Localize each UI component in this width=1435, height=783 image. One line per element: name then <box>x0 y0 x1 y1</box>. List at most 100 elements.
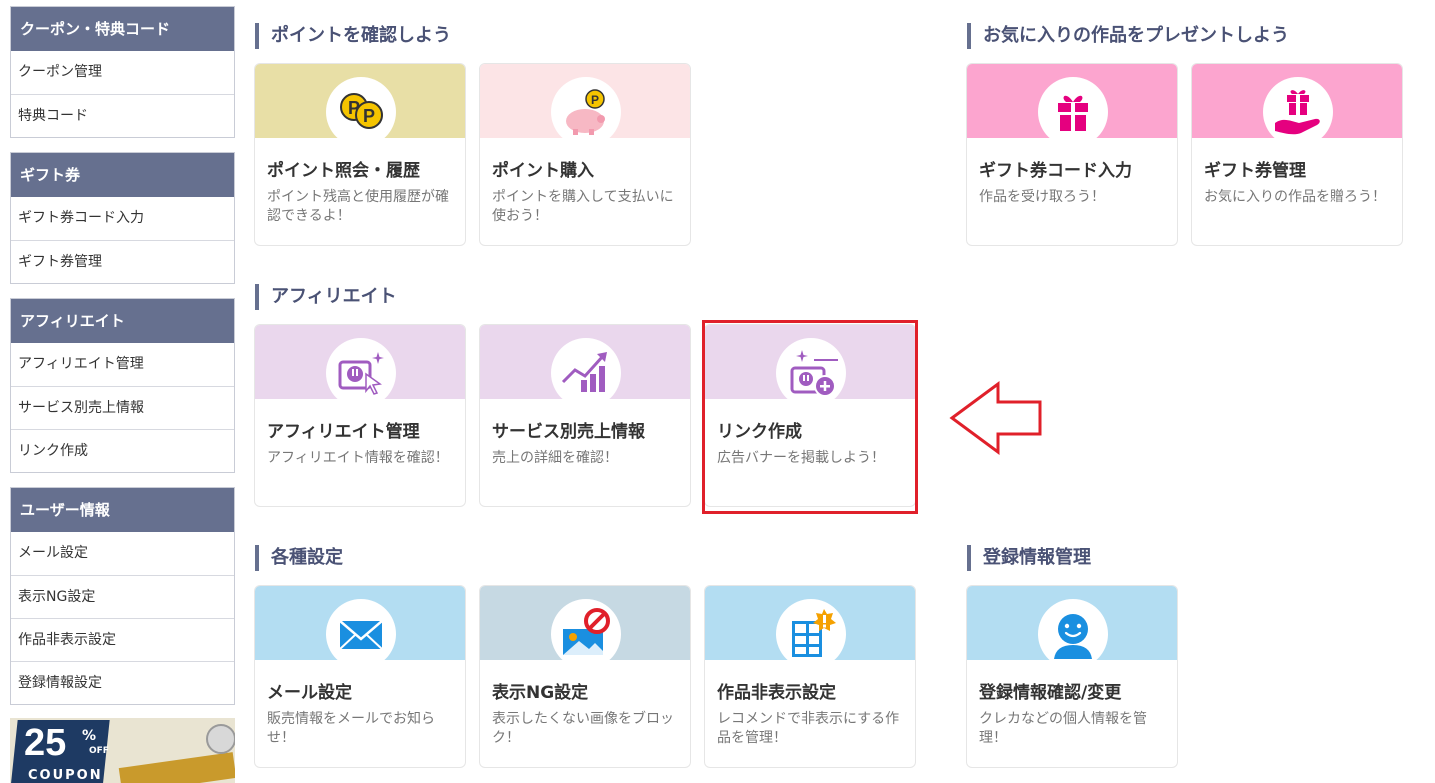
card-title: ポイント照会・履歴 <box>267 161 420 181</box>
card-description: 広告バナーを掲載しよう！ <box>717 450 885 466</box>
icon-circle <box>326 338 396 408</box>
card-description: 表示したくない画像をブロック！ <box>492 711 674 746</box>
card-banner <box>480 325 690 408</box>
piggy-bank-icon: P <box>566 89 605 135</box>
sidebar-item-hide-works[interactable]: 作品非表示設定 <box>11 618 234 661</box>
card-banner <box>480 586 690 669</box>
card-title: 作品非表示設定 <box>717 683 836 703</box>
card-description: 販売情報をメールでお知らせ！ <box>267 711 435 746</box>
coupon-percent: 25 <box>24 722 67 764</box>
banner-character-image <box>206 724 235 754</box>
card-description: レコメンドで非表示にする作品を管理！ <box>717 711 900 746</box>
icon-circle <box>1038 77 1108 147</box>
card-title: メール設定 <box>267 683 352 703</box>
sidebar-item-gift-code[interactable]: ギフト券コード入力 <box>11 197 234 240</box>
sidebar-item-bonus-code[interactable]: 特典コード <box>11 94 234 137</box>
affiliate-cursor-icon <box>338 352 384 395</box>
svg-text:P: P <box>363 106 375 126</box>
coupon-banner[interactable]: 25 % OFF COUPON <box>10 718 235 783</box>
card-ng-settings[interactable]: 表示NG設定 表示したくない画像をブロック！ <box>479 585 691 768</box>
sidebar-header-affiliate: アフィリエイト <box>11 299 234 343</box>
card-point-history[interactable]: P P ポイント照会・履歴 ポイント残高と使用履歴が確認できるよ！ <box>254 63 466 246</box>
card-banner <box>255 586 465 669</box>
section-title-settings: 各種設定 <box>255 545 343 571</box>
sidebar-item-registration[interactable]: 登録情報設定 <box>11 661 234 704</box>
card-banner <box>1192 64 1402 147</box>
card-title: ギフト券コード入力 <box>979 161 1132 181</box>
sidebar-item-sales-info[interactable]: サービス別売上情報 <box>11 386 234 429</box>
icon-circle <box>1263 77 1333 147</box>
icon-circle <box>551 599 621 669</box>
card-description: お気に入りの作品を贈ろう！ <box>1204 189 1386 205</box>
card-description: 作品を受け取ろう！ <box>979 189 1105 205</box>
card-title: アフィリエイト管理 <box>267 422 420 442</box>
sidebar: クーポン・特典コード クーポン管理 特典コード ギフト券 ギフト券コード入力 ギ… <box>10 6 235 719</box>
hide-works-icon <box>792 609 836 657</box>
card-title: ポイント購入 <box>492 161 594 181</box>
card-registration[interactable]: 登録情報確認/変更 クレカなどの個人情報を管理！ <box>966 585 1178 768</box>
card-gift-code[interactable]: ギフト券コード入力 作品を受け取ろう！ <box>966 63 1178 246</box>
sidebar-header-gift: ギフト券 <box>11 153 234 197</box>
sales-chart-icon <box>561 352 607 392</box>
card-mail-settings[interactable]: メール設定 販売情報をメールでお知らせ！ <box>254 585 466 768</box>
card-title: リンク作成 <box>717 422 802 442</box>
sidebar-item-ng[interactable]: 表示NG設定 <box>11 575 234 618</box>
card-banner: P <box>480 64 690 147</box>
sidebar-item-affiliate-manage[interactable]: アフィリエイト管理 <box>11 343 234 386</box>
section-title-points: ポイントを確認しよう <box>255 23 451 49</box>
card-banner: P P <box>255 64 465 147</box>
section-title-account: 登録情報管理 <box>967 545 1091 571</box>
user-icon <box>1054 614 1092 659</box>
icon-circle <box>1038 599 1108 669</box>
sidebar-item-gift-manage[interactable]: ギフト券管理 <box>11 240 234 283</box>
sidebar-header-user: ユーザー情報 <box>11 488 234 532</box>
gift-hand-icon <box>1275 90 1320 135</box>
icon-circle <box>776 338 846 408</box>
coupon-label: COUPON <box>28 768 103 783</box>
card-point-purchase[interactable]: P ポイント購入 ポイントを購入して支払いに使おう！ <box>479 63 691 246</box>
card-title: ギフト券管理 <box>1204 161 1306 181</box>
card-banner <box>967 586 1177 669</box>
gift-icon <box>1058 95 1088 131</box>
card-link-create[interactable]: リンク作成 広告バナーを掲載しよう！ <box>704 324 916 507</box>
card-sales-info[interactable]: サービス別売上情報 売上の詳細を確認！ <box>479 324 691 507</box>
banner-blocks-image <box>118 752 235 783</box>
sidebar-header-coupon: クーポン・特典コード <box>11 7 234 51</box>
card-description: アフィリエイト情報を確認！ <box>267 450 449 466</box>
sidebar-group-coupon: クーポン・特典コード クーポン管理 特典コード <box>10 6 235 138</box>
card-description: クレカなどの個人情報を管理！ <box>979 711 1147 746</box>
coins-icon: P P <box>340 93 383 129</box>
icon-circle <box>776 599 846 669</box>
icon-circle: P <box>551 77 621 147</box>
card-description: 売上の詳細を確認！ <box>492 450 618 466</box>
card-description: ポイント残高と使用履歴が確認できるよ！ <box>267 189 449 224</box>
svg-text:P: P <box>591 93 599 107</box>
card-title: 登録情報確認/変更 <box>979 683 1122 703</box>
sidebar-group-affiliate: アフィリエイト アフィリエイト管理 サービス別売上情報 リンク作成 <box>10 298 235 473</box>
card-description: ポイントを購入して支払いに使おう！ <box>492 189 674 224</box>
card-title: サービス別売上情報 <box>492 422 645 442</box>
sidebar-group-gift: ギフト券 ギフト券コード入力 ギフト券管理 <box>10 152 235 284</box>
image-block-icon <box>563 608 610 655</box>
card-banner <box>255 325 465 408</box>
sidebar-item-link-create[interactable]: リンク作成 <box>11 429 234 472</box>
icon-circle <box>326 599 396 669</box>
card-hide-works[interactable]: 作品非表示設定 レコメンドで非表示にする作品を管理！ <box>704 585 916 768</box>
section-title-affiliate: アフィリエイト <box>255 284 397 310</box>
coupon-percent-sign: % <box>82 728 97 744</box>
card-banner <box>705 586 915 669</box>
card-gift-manage[interactable]: ギフト券管理 お気に入りの作品を贈ろう！ <box>1191 63 1403 246</box>
section-title-gift: お気に入りの作品をプレゼントしよう <box>967 23 1289 49</box>
card-affiliate-manage[interactable]: アフィリエイト管理 アフィリエイト情報を確認！ <box>254 324 466 507</box>
icon-circle: P P <box>326 77 396 147</box>
left-arrow-icon <box>949 381 1042 455</box>
mail-icon <box>339 620 383 650</box>
icon-circle <box>551 338 621 408</box>
sidebar-item-coupon-manage[interactable]: クーポン管理 <box>11 51 234 94</box>
sidebar-item-mail[interactable]: メール設定 <box>11 532 234 575</box>
card-title: 表示NG設定 <box>492 683 589 703</box>
card-banner <box>967 64 1177 147</box>
card-banner <box>705 325 915 408</box>
sidebar-group-user: ユーザー情報 メール設定 表示NG設定 作品非表示設定 登録情報設定 <box>10 487 235 705</box>
link-create-icon <box>790 350 838 397</box>
